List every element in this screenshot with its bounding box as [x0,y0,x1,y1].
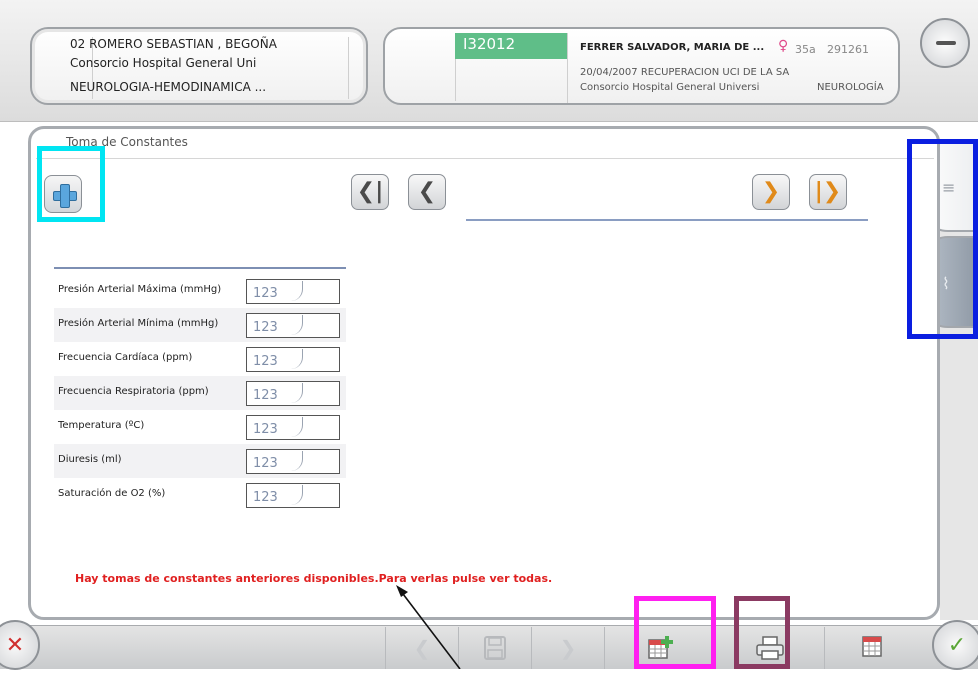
check-icon: ✓ [947,633,967,658]
female-icon: ♀ [778,38,789,54]
patient-service: NEUROLOGIA-HEMODINAMICA ... [70,80,267,94]
previous-button[interactable]: ❮ [408,174,446,210]
vital-label: Frecuencia Respiratoria (ppm) [58,386,209,397]
respiratory-rate-input[interactable] [246,381,340,406]
vital-label: Temperatura (ºC) [58,420,145,431]
episode-card[interactable]: I32012 [383,27,900,105]
add-button[interactable] [44,175,82,213]
episode-specialty: NEUROLOGÍA [817,82,884,93]
close-icon: ✕ [5,633,25,658]
vital-row: Diuresis (ml) [54,444,346,478]
episode-age: 35a [795,43,816,56]
collapse-button[interactable] [920,18,970,68]
patient-name: 02 ROMERO SEBASTIAN , BEGOÑA [70,37,277,51]
table-header-rule [54,267,346,269]
systolic-pressure-input[interactable] [246,279,340,304]
plus-icon-vertical [60,184,70,208]
save-icon [484,636,506,660]
next-record-button[interactable]: ❯ [531,627,604,669]
episode-hospital: Consorcio Hospital General Universi [580,82,760,93]
card-divider [348,37,349,99]
previous-icon: ❮ [417,179,437,204]
previous-icon: ❮ [413,636,431,660]
vital-row: Frecuencia Respiratoria (ppm) [54,376,346,410]
episode-date-unit: 20/04/2007 RECUPERACION UCI DE LA SA [580,67,790,78]
first-page-icon: ❮| [356,179,384,204]
last-page-button[interactable]: |❯ [809,174,847,210]
vital-row: Presión Arterial Máxima (mmHg) [54,274,346,308]
episode-patient-name: FERRER SALVADOR, MARIA DE ... [580,42,765,53]
title-divider [36,158,934,159]
card-divider [455,59,456,101]
last-page-icon: |❯ [814,179,842,204]
printer-icon [755,636,784,660]
next-icon: ❯ [761,179,781,204]
first-page-button[interactable]: ❮| [351,174,389,210]
chart-icon: ⌇ [942,274,950,293]
oxygen-saturation-input[interactable] [246,483,340,508]
diastolic-pressure-input[interactable] [246,313,340,338]
diuresis-input[interactable] [246,449,340,474]
panel-title: Toma de Constantes [66,135,188,149]
new-calendar-entry-button[interactable] [604,627,714,669]
accept-button[interactable]: ✓ [932,620,978,670]
navigation-divider [466,219,868,221]
minus-icon [936,41,956,45]
next-icon: ❯ [559,636,577,660]
vital-row: Frecuencia Cardíaca (ppm) [54,342,346,376]
vital-label: Presión Arterial Mínima (mmHg) [58,318,219,329]
episode-number: 291261 [827,43,869,56]
previous-records-warning: Hay tomas de constantes anteriores dispo… [75,572,553,585]
calendar-icon [862,636,882,657]
save-button[interactable] [458,627,531,669]
vital-row: Saturación de O2 (%) [54,478,346,512]
vital-row: Temperatura (ºC) [54,410,346,444]
previous-record-button[interactable]: ❮ [385,627,458,669]
card-divider [567,33,568,103]
vital-label: Presión Arterial Máxima (mmHg) [58,284,222,295]
vital-label: Saturación de O2 (%) [58,488,166,499]
print-button[interactable] [714,627,824,669]
next-button[interactable]: ❯ [752,174,790,210]
heart-rate-input[interactable] [246,347,340,372]
calendar-add-icon [647,636,673,659]
patient-hospital: Consorcio Hospital General Uni [70,56,257,70]
episode-id: I32012 [455,33,567,59]
temperature-input[interactable] [246,415,340,440]
vital-label: Diuresis (ml) [58,454,122,465]
list-icon: ≡ [942,178,956,197]
vital-row: Presión Arterial Mínima (mmHg) [54,308,346,342]
calendar-button[interactable] [824,627,919,669]
vital-label: Frecuencia Cardíaca (ppm) [58,352,193,363]
